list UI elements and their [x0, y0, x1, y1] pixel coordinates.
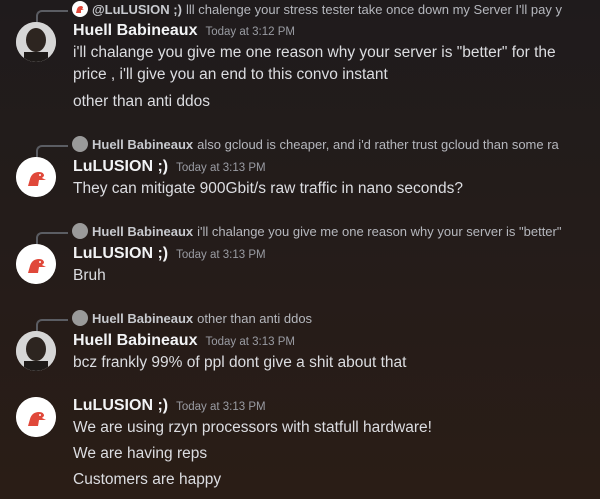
message-header: Huell Babineaux Today at 3:12 PM: [73, 22, 295, 40]
reply-author[interactable]: Huell Babineaux: [92, 224, 193, 239]
message-text: Bruh: [73, 267, 106, 284]
reply-preview[interactable]: @LuLUSION ;) lll chalenge your stress te…: [72, 0, 562, 18]
message-header: LuLUSION ;) Today at 3:13 PM: [73, 245, 266, 263]
message-text: We are having reps: [73, 445, 208, 462]
message-text: Customers are happy: [73, 471, 222, 488]
reply-text: i'll chalange you give me one reason why…: [197, 223, 562, 239]
username[interactable]: LuLUSION ;): [73, 245, 168, 263]
reply-connector: [36, 10, 68, 22]
bald-man-avatar-icon: [72, 310, 88, 326]
bald-man-avatar-icon[interactable]: [16, 22, 56, 62]
reply-text: other than anti ddos: [197, 310, 313, 326]
red-dinosaur-avatar-icon[interactable]: [16, 244, 56, 284]
message-text: price , i'll give you an end to this con…: [73, 66, 388, 83]
reply-author[interactable]: Huell Babineaux: [92, 137, 193, 152]
reply-text: lll chalenge your stress tester take onc…: [185, 1, 562, 17]
message-header: Huell Babineaux Today at 3:13 PM: [73, 332, 295, 350]
reply-connector: [36, 232, 68, 244]
dino-avatar-icon: [72, 1, 88, 17]
red-dinosaur-avatar-icon[interactable]: [16, 157, 56, 197]
timestamp: Today at 3:13 PM: [176, 249, 266, 261]
timestamp: Today at 3:13 PM: [176, 401, 266, 413]
reply-author[interactable]: @LuLUSION ;): [92, 2, 182, 17]
reply-preview[interactable]: Huell Babineaux also gcloud is cheaper, …: [72, 135, 559, 153]
bald-man-avatar-icon[interactable]: [16, 331, 56, 371]
message-text: i'll chalange you give me one reason why…: [73, 44, 556, 61]
username[interactable]: LuLUSION ;): [73, 158, 168, 176]
timestamp: Today at 3:12 PM: [205, 26, 295, 38]
timestamp: Today at 3:13 PM: [176, 162, 266, 174]
red-dinosaur-avatar-icon[interactable]: [16, 397, 56, 437]
username[interactable]: Huell Babineaux: [73, 332, 197, 350]
reply-connector: [36, 319, 68, 331]
bald-man-avatar-icon: [72, 136, 88, 152]
message-text: We are using rzyn processors with statfu…: [73, 419, 432, 436]
message-header: LuLUSION ;) Today at 3:13 PM: [73, 158, 266, 176]
reply-connector: [36, 145, 68, 157]
reply-preview[interactable]: Huell Babineaux other than anti ddos: [72, 309, 312, 327]
reply-text: also gcloud is cheaper, and i'd rather t…: [197, 136, 559, 152]
message-header: LuLUSION ;) Today at 3:13 PM: [73, 397, 266, 415]
message-text: other than anti ddos: [73, 93, 211, 110]
message-text: They can mitigate 900Gbit/s raw traffic …: [73, 180, 464, 197]
username[interactable]: Huell Babineaux: [73, 22, 197, 40]
bald-man-avatar-icon: [72, 223, 88, 239]
message-text: bcz frankly 99% of ppl dont give a shit …: [73, 354, 407, 371]
reply-author[interactable]: Huell Babineaux: [92, 311, 193, 326]
timestamp: Today at 3:13 PM: [205, 336, 295, 348]
reply-preview[interactable]: Huell Babineaux i'll chalange you give m…: [72, 222, 561, 240]
username[interactable]: LuLUSION ;): [73, 397, 168, 415]
